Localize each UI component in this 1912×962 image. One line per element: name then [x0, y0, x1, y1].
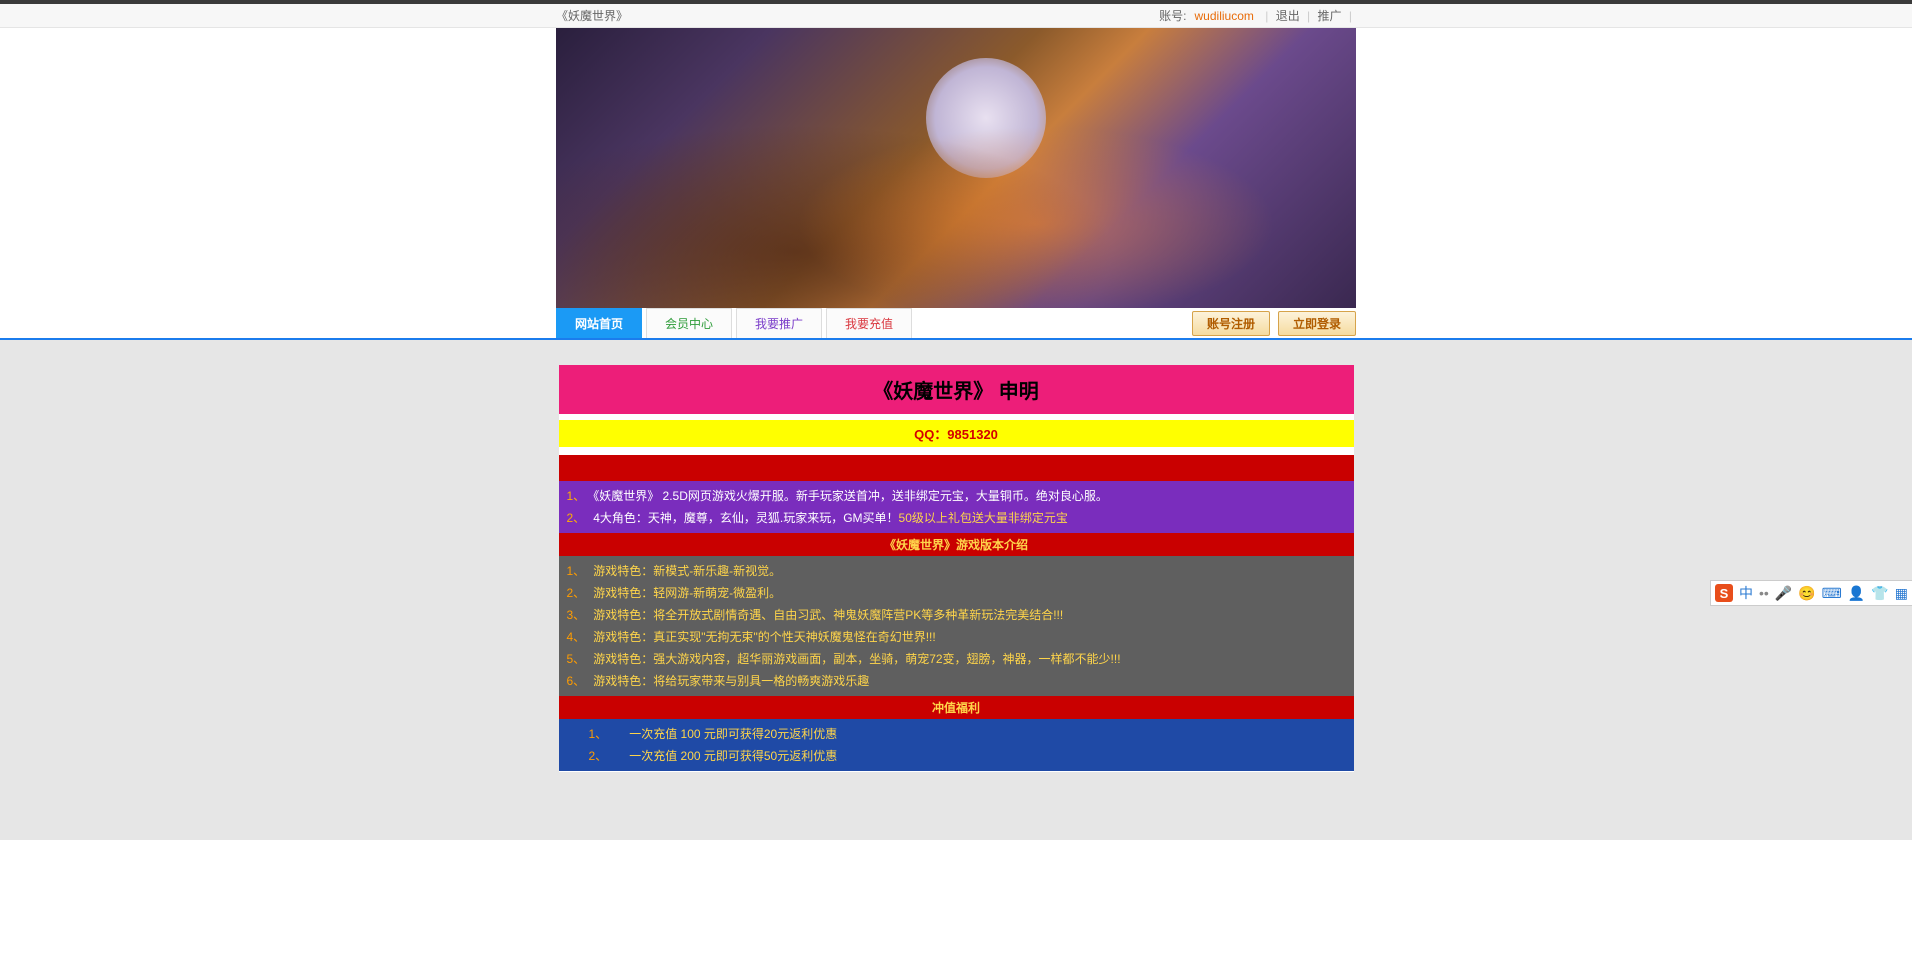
nav-home[interactable]: 网站首页	[556, 308, 642, 338]
list-number: 2、	[567, 511, 586, 525]
top-bar-right: 账号: wudiliucom | 退出 | 推广 |	[1155, 7, 1356, 24]
recharge-text: 一次充值 200 元即可获得50元返利优惠	[629, 749, 837, 763]
feature-row: 1、游戏特色：新模式-新乐趣-新视觉。	[567, 560, 1346, 582]
recharge-row: 1、 一次充值 100 元即可获得20元返利优惠	[589, 723, 1324, 745]
ime-toolbar[interactable]: S 中 •• 🎤 😊 ⌨ 👤 👕 ▦	[1710, 580, 1912, 606]
list-number: 2、	[567, 586, 586, 600]
list-number: 1、	[567, 489, 586, 503]
ime-emoji-icon[interactable]: 😊	[1798, 585, 1815, 602]
feature-row: 6、游戏特色：将给玩家带来与别具一格的畅爽游戏乐趣	[567, 670, 1346, 692]
list-number: 1、	[567, 564, 586, 578]
sogou-icon[interactable]: S	[1715, 584, 1733, 602]
login-button[interactable]: 立即登录	[1278, 311, 1356, 336]
recharge-row: 2、 一次充值 200 元即可获得50元返利优惠	[589, 745, 1324, 767]
recharge-section-title: 冲值福利	[559, 696, 1354, 719]
list-number: 1、	[589, 727, 608, 741]
ime-keyboard-icon[interactable]: ⌨	[1822, 585, 1842, 602]
separator: |	[1307, 9, 1310, 23]
register-button[interactable]: 账号注册	[1192, 311, 1270, 336]
list-number: 2、	[589, 749, 608, 763]
banner-container	[556, 28, 1356, 308]
nav-right: 账号注册 立即登录	[1192, 308, 1356, 338]
feature-text: 游戏特色：将全开放式剧情奇遇、自由习武、神鬼妖魔阵营PK等多种革新玩法完美结合!…	[593, 608, 1063, 622]
intro-block: 1、《妖魔世界》 2.5D网页游戏火爆开服。新手玩家送首冲，送非绑定元宝，大量铜…	[559, 481, 1354, 533]
feature-row: 4、游戏特色：真正实现"无拘无束"的个性天神妖魔鬼怪在奇幻世界!!!	[567, 626, 1346, 648]
top-bar: 《妖魔世界》 账号: wudiliucom | 退出 | 推广 |	[0, 4, 1912, 28]
ime-punct-icon[interactable]: ••	[1759, 585, 1769, 601]
page-body: 《妖魔世界》 申明 QQ：9851320 1、《妖魔世界》 2.5D网页游戏火爆…	[0, 340, 1912, 840]
ime-lang[interactable]: 中	[1739, 583, 1753, 603]
features-block: 1、游戏特色：新模式-新乐趣-新视觉。 2、游戏特色：轻网游-新萌宠-微盈利。 …	[559, 556, 1354, 696]
nav-promote[interactable]: 我要推广	[736, 308, 822, 338]
feature-text: 游戏特色：轻网游-新萌宠-微盈利。	[593, 586, 781, 600]
navbar-container: 网站首页 会员中心 我要推广 我要充值 账号注册 立即登录	[0, 308, 1912, 340]
recharge-text: 一次充值 100 元即可获得20元返利优惠	[629, 727, 837, 741]
ime-mic-icon[interactable]: 🎤	[1775, 585, 1792, 602]
version-section-title: 《妖魔世界》游戏版本介绍	[559, 533, 1354, 556]
hero-banner-image	[556, 28, 1356, 308]
list-number: 4、	[567, 630, 586, 644]
feature-row: 2、游戏特色：轻网游-新萌宠-微盈利。	[567, 582, 1346, 604]
separator: |	[1265, 9, 1268, 23]
ime-toolbox-icon[interactable]: ▦	[1895, 585, 1908, 602]
nav-member[interactable]: 会员中心	[646, 308, 732, 338]
account-label: 账号:	[1159, 9, 1186, 23]
nav-left: 网站首页 会员中心 我要推广 我要充值	[556, 308, 916, 338]
feature-text: 游戏特色：新模式-新乐趣-新视觉。	[593, 564, 781, 578]
qq-contact: QQ：9851320	[559, 420, 1354, 447]
feature-text: 游戏特色：强大游戏内容，超华丽游戏画面，副本，坐骑，萌宠72变，翅膀，神器，一样…	[593, 652, 1120, 666]
intro-row-2: 2、 4大角色：天神，魔尊，玄仙，灵狐.玩家来玩，GM买单！50级以上礼包送大量非…	[567, 507, 1346, 529]
username: wudiliucom	[1195, 9, 1254, 23]
intro-text-1: 《妖魔世界》 2.5D网页游戏火爆开服。新手玩家送首冲，送非绑定元宝，大量铜币。…	[593, 489, 1108, 503]
list-number: 3、	[567, 608, 586, 622]
feature-text: 游戏特色：真正实现"无拘无束"的个性天神妖魔鬼怪在奇幻世界!!!	[593, 630, 936, 644]
intro-text-2b: 50级以上礼包送大量非绑定元宝	[899, 511, 1068, 525]
intro-row-1: 1、《妖魔世界》 2.5D网页游戏火爆开服。新手玩家送首冲，送非绑定元宝，大量铜…	[567, 485, 1346, 507]
main-title: 《妖魔世界》 申明	[559, 365, 1354, 414]
site-title: 《妖魔世界》	[556, 7, 628, 24]
content-panel: 《妖魔世界》 申明 QQ：9851320 1、《妖魔世界》 2.5D网页游戏火爆…	[559, 365, 1354, 772]
intro-text-2a: 4大角色：天神，魔尊，玄仙，灵狐.玩家来玩，GM买单！	[593, 511, 898, 525]
feature-row: 3、游戏特色：将全开放式剧情奇遇、自由习武、神鬼妖魔阵营PK等多种革新玩法完美结…	[567, 604, 1346, 626]
list-number: 6、	[567, 674, 586, 688]
nav-recharge[interactable]: 我要充值	[826, 308, 912, 338]
red-spacer	[559, 455, 1354, 481]
promote-link[interactable]: 推广	[1318, 9, 1342, 23]
logout-link[interactable]: 退出	[1276, 9, 1300, 23]
list-number: 5、	[567, 652, 586, 666]
feature-row: 5、游戏特色：强大游戏内容，超华丽游戏画面，副本，坐骑，萌宠72变，翅膀，神器，…	[567, 648, 1346, 670]
separator: |	[1349, 9, 1352, 23]
feature-text: 游戏特色：将给玩家带来与别具一格的畅爽游戏乐趣	[593, 674, 869, 688]
recharge-block: 1、 一次充值 100 元即可获得20元返利优惠 2、 一次充值 200 元即可获得…	[559, 719, 1354, 771]
ime-person-icon[interactable]: 👤	[1848, 585, 1865, 602]
ime-skin-icon[interactable]: 👕	[1871, 585, 1888, 602]
